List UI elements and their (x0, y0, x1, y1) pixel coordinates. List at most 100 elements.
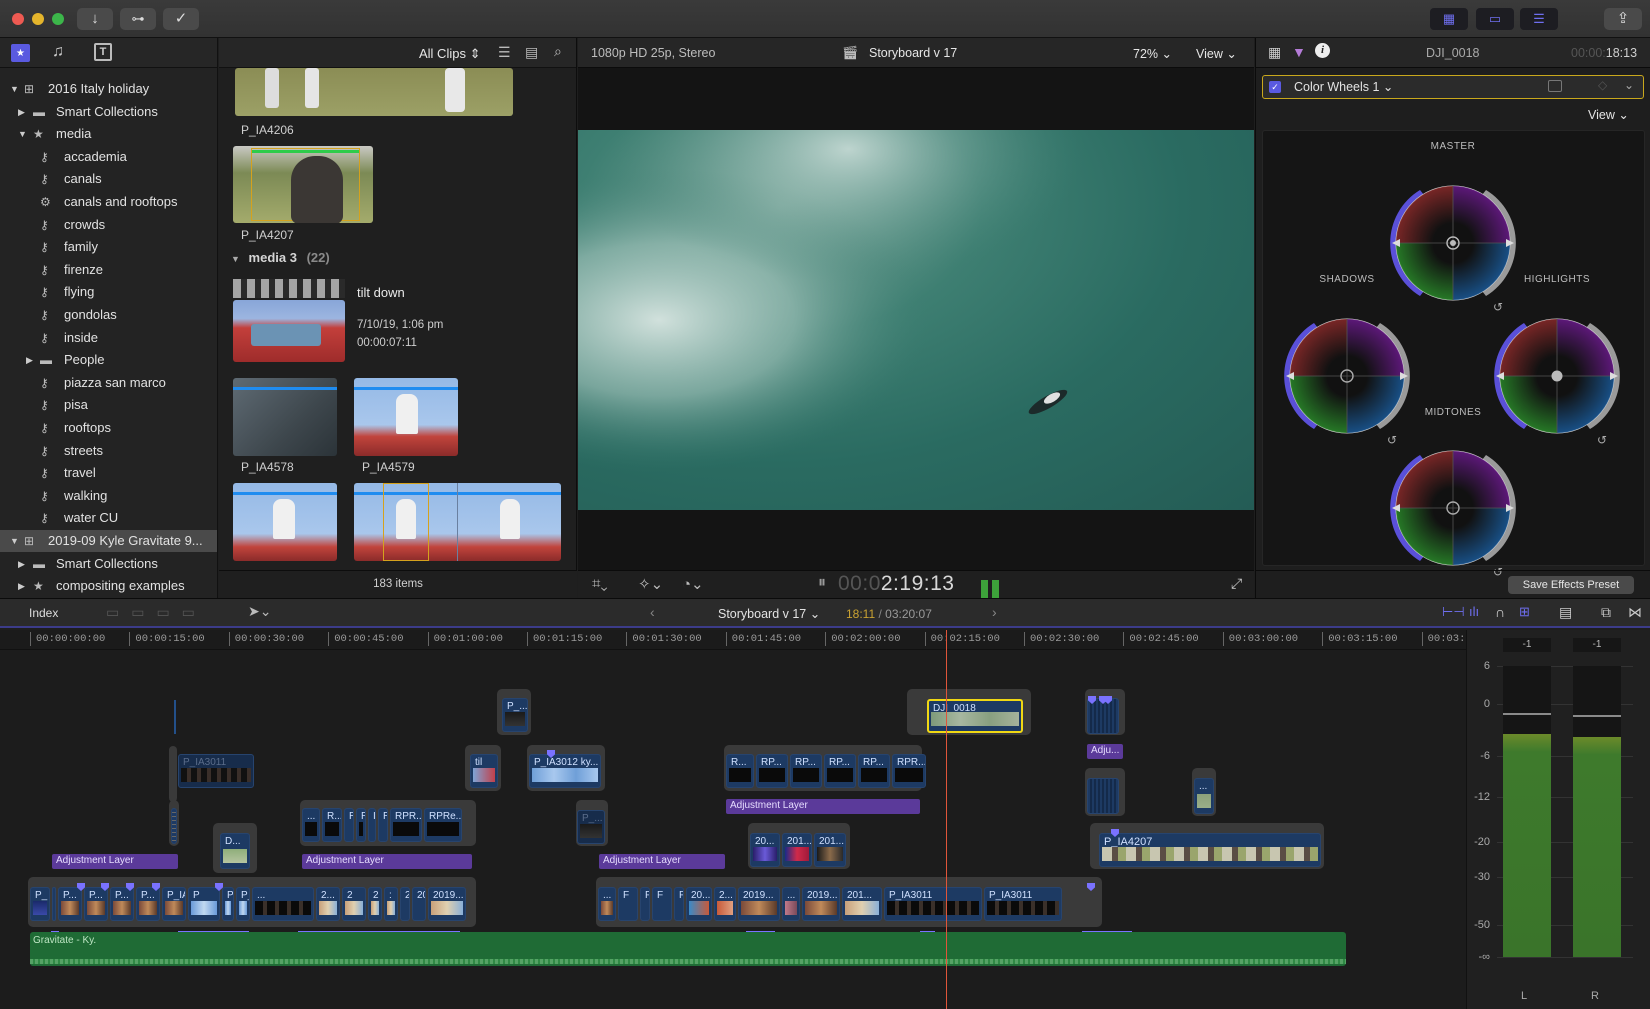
sidebar-item[interactable]: ⚷ walking (0, 485, 217, 507)
disclosure-expanded-icon[interactable]: ▼ (10, 78, 19, 100)
adjustment-layer-clip[interactable]: Adjustment Layer (302, 854, 472, 869)
timeline-clip[interactable]: 2... (714, 887, 736, 921)
timeline-clip[interactable]: RPRe... (424, 808, 462, 842)
back-history-icon[interactable]: ‹ (650, 604, 655, 620)
timeline-clip[interactable]: ... (252, 887, 314, 921)
keyword-editor-button[interactable]: ⊶ (120, 8, 156, 30)
background-tasks-button[interactable]: ✓ (163, 8, 199, 30)
close-window-button[interactable] (12, 13, 24, 25)
connected-clip-sliver[interactable] (174, 700, 176, 734)
timeline-clip[interactable]: 201... (842, 887, 882, 921)
snapping-icon[interactable]: ⊞ (1519, 604, 1530, 620)
select-tool-arrow-icon[interactable]: ➤⌄ (248, 603, 271, 620)
timeline-clip[interactable]: P_IA3011 (236, 887, 250, 921)
timeline-clip[interactable]: P... (110, 887, 134, 921)
clip-compound-striped[interactable] (1087, 778, 1119, 814)
sidebar-item[interactable]: ⚷ piazza san marco (0, 372, 217, 394)
clip-pia3012[interactable]: P_IA3012 ky... (529, 754, 601, 788)
timeline-clip[interactable]: P_IA3011 (984, 887, 1062, 921)
timeline-clip[interactable]: RP... (756, 754, 788, 788)
effect-name-popup[interactable]: Color Wheels 1 ⌄ (1294, 79, 1393, 94)
edit-buttons[interactable]: ▭▭▭▭ (106, 604, 207, 621)
adjustment-layer-clip[interactable]: Adjustment Layer (599, 854, 725, 869)
clip-filter-popup[interactable]: All Clips ⇕ (419, 46, 480, 62)
timeline-clip[interactable]: RPR... (892, 754, 926, 788)
effect-enabled-checkbox[interactable]: ✓ (1269, 81, 1281, 93)
libraries-icon[interactable]: ★ (11, 44, 30, 62)
clip-dji-0018-selected[interactable]: DJI_0018 (927, 699, 1023, 733)
timeline-clip[interactable]: 2019... (738, 887, 780, 921)
clip-thumbnail-pia4206[interactable] (235, 68, 513, 116)
mask-icon[interactable] (1548, 80, 1562, 92)
effect-header-color-wheels[interactable]: ✓ Color Wheels 1 ⌄ ◇ ⌄ (1262, 75, 1644, 99)
timeline-clip[interactable]: : (384, 887, 398, 921)
clip-thumbnail-tilt-down[interactable] (233, 300, 345, 362)
clip-p-top[interactable]: P_... (502, 698, 528, 732)
timeline-clip[interactable]: 201... (782, 833, 812, 867)
clip-d[interactable]: D... (220, 833, 250, 869)
color-wheel-shadows[interactable]: ↺ (1272, 301, 1422, 451)
sidebar-item[interactable]: ⚙ canals and rooftops (0, 191, 217, 213)
timeline-clip[interactable]: 201... (814, 833, 846, 867)
timeline-clip[interactable]: P_IA... (162, 887, 186, 921)
adjustment-layer-clip[interactable]: Adjustment Layer (52, 854, 178, 869)
sidebar-item[interactable]: ▶ ▬ Smart Collections (0, 101, 217, 123)
timeline-clip[interactable]: 2... (316, 887, 340, 921)
disclosure-collapsed-icon[interactable]: ▶ (18, 575, 25, 597)
timeline-index-button[interactable]: Index (29, 606, 58, 620)
color-wheel-highlights[interactable]: ↺ (1482, 301, 1632, 451)
timeline-clip[interactable]: F (640, 887, 650, 921)
fullscreen-icon[interactable]: ⤢ (1231, 575, 1242, 592)
audio-clip-gravitate[interactable]: Gravitate - Ky. (30, 932, 1346, 966)
clip-sliver[interactable] (171, 808, 177, 844)
event-group-header[interactable]: ▼ media 3 (22) (231, 250, 330, 265)
timeline-clip[interactable]: F (618, 887, 638, 921)
clip-til[interactable]: til (470, 754, 498, 788)
zoom-window-button[interactable] (52, 13, 64, 25)
retime-speed-icon[interactable]: ◔⌄ (682, 575, 704, 593)
timeline-clip[interactable]: R... (726, 754, 754, 788)
timeline-clip[interactable]: F (652, 887, 672, 921)
disclosure-collapsed-icon[interactable]: ▶ (18, 101, 25, 123)
timeline-clip[interactable]: ... (782, 887, 800, 921)
sidebar-item[interactable]: ⚷ gondolas (0, 304, 217, 326)
timeline-clip[interactable]: R... (322, 808, 342, 842)
clip-thumbnail-pia4579[interactable] (354, 378, 458, 456)
video-inspector-icon[interactable]: ▦ (1268, 44, 1281, 61)
timeline-clip[interactable]: P_ (30, 887, 50, 921)
sidebar-item[interactable]: ▶ ★ compositing examples (0, 575, 217, 597)
toggle-browser-button[interactable]: ▦ (1430, 8, 1468, 30)
timeline-ruler[interactable]: 00:00:00:00 00:00:15:00 00:00:30:00 00:00:4… (0, 630, 1472, 650)
adjustment-layer-clip[interactable]: Adju... (1087, 744, 1123, 759)
timeline-clip[interactable]: 2 (368, 887, 382, 921)
timeline-clip[interactable]: 2 (342, 887, 366, 921)
adjustment-layer-clip[interactable]: Adjustment Layer (726, 799, 920, 814)
clip-dots[interactable]: ... (1194, 778, 1214, 814)
clip-appearance-icon[interactable]: ▤ (1559, 604, 1572, 621)
timeline-clip[interactable]: R (356, 808, 366, 842)
video-frame[interactable] (578, 130, 1254, 510)
audio-skimming-icon[interactable]: ılı (1469, 604, 1479, 619)
timeline-clip[interactable]: P... (136, 887, 160, 921)
timeline-clip[interactable]: P... (52, 887, 56, 921)
photos-audio-icon[interactable]: ♫ (52, 43, 64, 61)
transitions-browser-icon[interactable]: ⋈ (1628, 604, 1642, 621)
timeline-clip[interactable]: RP... (858, 754, 890, 788)
disclosure-expanded-icon[interactable]: ▼ (10, 530, 19, 552)
sidebar-item[interactable]: ⚷ canals (0, 168, 217, 190)
sidebar-item[interactable]: ⚷ travel (0, 462, 217, 484)
timeline-clip[interactable]: 20... (686, 887, 712, 921)
sidebar-item[interactable]: ▼ ⊞ 2016 Italy holiday (0, 78, 217, 100)
timeline-clip[interactable]: P (222, 887, 234, 921)
sidebar-item[interactable]: ⚷ water CU (0, 507, 217, 529)
timeline-clip[interactable]: ... (598, 887, 616, 921)
clip-thumbnail[interactable] (233, 483, 337, 561)
disclosure-triangle-icon[interactable]: ▼ (231, 254, 240, 264)
sidebar-item[interactable]: ⚷ crowds (0, 214, 217, 236)
disclosure-collapsed-icon[interactable]: ▶ (26, 349, 33, 371)
disclosure-expanded-icon[interactable]: ▼ (18, 123, 27, 145)
enhance-wand-icon[interactable]: ✧⌄ (638, 575, 663, 593)
headphones-icon[interactable]: ∩ (1495, 604, 1505, 620)
timeline-clip[interactable]: 20... (750, 833, 780, 867)
sidebar-item[interactable]: ▼ ⊞ 2019-09 Kyle Gravitate 9... (0, 530, 217, 552)
